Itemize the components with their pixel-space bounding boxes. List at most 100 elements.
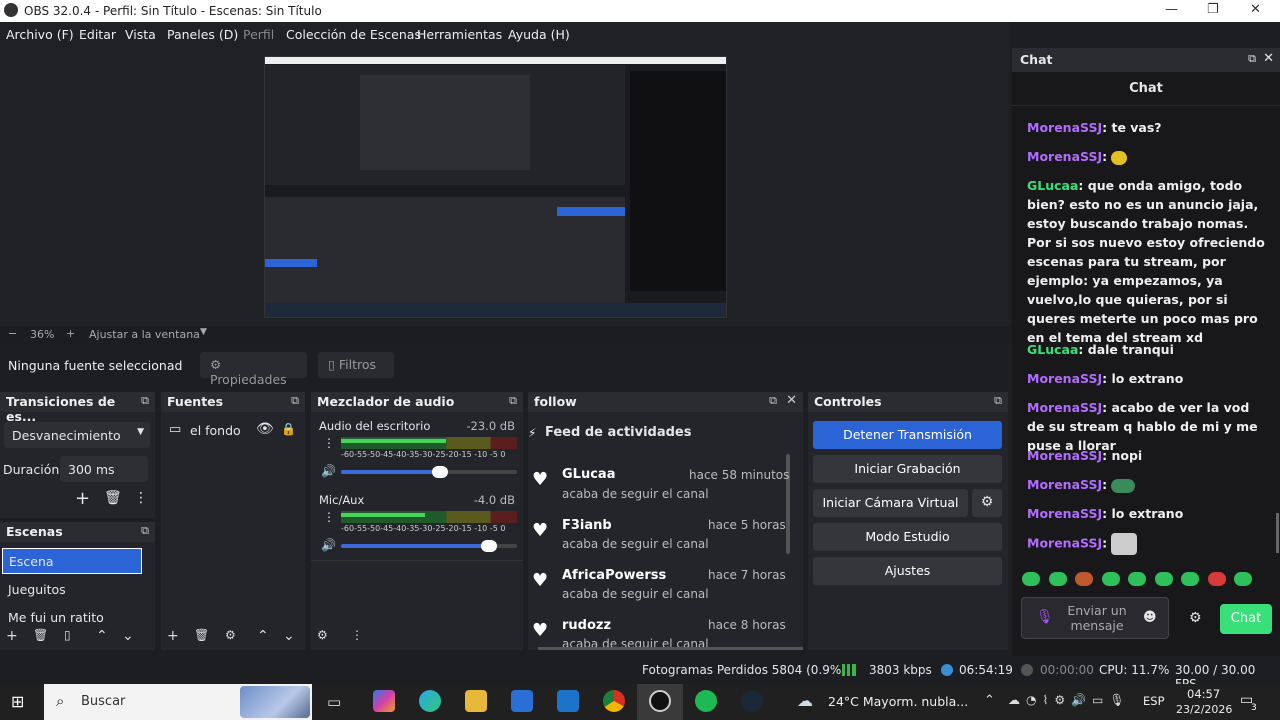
down-arrow-icon[interactable]: ⌄ bbox=[122, 628, 134, 644]
menu-vista[interactable]: Vista bbox=[125, 27, 156, 42]
stop-stream-button[interactable]: Detener Transmisión bbox=[813, 421, 1002, 449]
chat-username[interactable]: MorenaSSJ bbox=[1027, 506, 1102, 521]
zoom-in-button[interactable]: + bbox=[66, 327, 75, 340]
emote-icon[interactable] bbox=[1181, 572, 1199, 586]
chevron-down-icon[interactable]: ▼ bbox=[200, 327, 207, 337]
chat-username[interactable]: MorenaSSJ bbox=[1027, 400, 1102, 415]
float-icon[interactable]: ⧉ bbox=[291, 394, 299, 408]
menu-editar[interactable]: Editar bbox=[79, 27, 116, 42]
windows-start-icon[interactable]: ⊞ bbox=[11, 692, 24, 711]
obs-taskbar-button[interactable] bbox=[637, 684, 683, 720]
horizontal-scrollbar[interactable] bbox=[538, 647, 803, 650]
up-arrow-icon[interactable]: ⌃ bbox=[96, 628, 108, 644]
menu-perfil[interactable]: Perfil bbox=[243, 27, 274, 42]
fit-window-button[interactable]: Ajustar a la ventana bbox=[89, 328, 200, 341]
gear-icon[interactable]: ⚙ bbox=[972, 489, 1002, 517]
chat-username[interactable]: GLucaa bbox=[1027, 178, 1078, 193]
chat-username[interactable]: MorenaSSJ bbox=[1027, 477, 1102, 492]
filters-button[interactable]: ▯ Filtros bbox=[318, 352, 394, 378]
chat-username[interactable]: MorenaSSJ bbox=[1027, 536, 1102, 551]
scrollbar[interactable] bbox=[1276, 513, 1279, 553]
spotify-icon[interactable] bbox=[695, 690, 717, 712]
duration-input[interactable]: 300 ms bbox=[60, 456, 148, 482]
more-icon[interactable]: ⋮ bbox=[134, 490, 148, 506]
add-icon[interactable]: + bbox=[75, 488, 90, 509]
close-icon[interactable]: ✕ bbox=[1263, 51, 1274, 66]
speaker-icon[interactable]: 🔊 bbox=[321, 464, 336, 478]
menu-ayuda[interactable]: Ayuda (H) bbox=[508, 27, 570, 42]
float-icon[interactable]: ⧉ bbox=[994, 394, 1002, 408]
chat-username[interactable]: MorenaSSJ bbox=[1027, 149, 1102, 164]
chat-username[interactable]: GLucaa bbox=[1027, 342, 1078, 357]
zoom-out-button[interactable]: − bbox=[8, 327, 17, 340]
float-icon[interactable]: ⧉ bbox=[141, 394, 149, 408]
volume-slider-handle[interactable] bbox=[431, 466, 448, 478]
emote-icon[interactable] bbox=[1234, 572, 1252, 586]
taskbar-search[interactable]: ⌕ Buscar bbox=[44, 684, 312, 720]
folder-icon[interactable] bbox=[465, 690, 487, 712]
preview-canvas[interactable] bbox=[264, 56, 727, 318]
settings-button[interactable]: Ajustes bbox=[813, 557, 1002, 585]
language-indicator[interactable]: ESP bbox=[1143, 694, 1165, 708]
float-icon[interactable]: ⧉ bbox=[509, 394, 517, 408]
volume-slider[interactable] bbox=[341, 540, 517, 552]
studio-mode-button[interactable]: Modo Estudio bbox=[813, 523, 1002, 551]
down-arrow-icon[interactable]: ⌄ bbox=[283, 628, 295, 644]
more-icon[interactable]: ⋮ bbox=[323, 436, 335, 450]
volume-slider-handle[interactable] bbox=[480, 540, 497, 552]
filter-icon[interactable]: ▯ bbox=[64, 628, 71, 642]
emote-icon[interactable] bbox=[1075, 572, 1093, 586]
add-icon[interactable]: + bbox=[6, 628, 18, 644]
gear-icon[interactable]: ⚙ bbox=[225, 628, 236, 642]
restore-icon[interactable]: ❐ bbox=[1207, 2, 1219, 17]
float-icon[interactable]: ⧉ bbox=[1248, 52, 1256, 66]
steam-icon[interactable] bbox=[741, 690, 763, 712]
float-icon[interactable]: ⧉ bbox=[769, 394, 777, 408]
tray-icons[interactable]: ☁◔⌇⚙🔊▭🎙 bbox=[1008, 693, 1131, 707]
menu-archivo[interactable]: Archivo (F) bbox=[6, 27, 74, 42]
copilot-icon[interactable] bbox=[373, 690, 395, 712]
emote-icon[interactable] bbox=[1102, 572, 1120, 586]
chat-username[interactable]: MorenaSSJ bbox=[1027, 448, 1102, 463]
emoji-icon[interactable]: ☻ bbox=[1143, 610, 1157, 625]
transition-select[interactable]: Desvanecimiento ▼ bbox=[4, 422, 150, 448]
lock-icon[interactable]: 🔒 bbox=[281, 422, 296, 436]
chat-username[interactable]: MorenaSSJ bbox=[1027, 120, 1102, 135]
chat-input[interactable]: 🎙 Enviar un mensaje ☻ bbox=[1021, 597, 1169, 639]
emote-icon[interactable] bbox=[1128, 572, 1146, 586]
minimize-icon[interactable]: — bbox=[1165, 2, 1178, 17]
tray-chevron-icon[interactable]: ⌃ bbox=[984, 693, 995, 708]
scene-item[interactable]: Me fui un ratito bbox=[8, 610, 104, 624]
speaker-icon[interactable]: 🔊 bbox=[321, 538, 336, 552]
emote-icon[interactable] bbox=[1155, 572, 1173, 586]
eye-icon[interactable]: 👁 bbox=[256, 421, 274, 437]
menu-herramientas[interactable]: Herramientas bbox=[417, 27, 502, 42]
close-icon[interactable]: ✕ bbox=[1250, 2, 1261, 17]
properties-button[interactable]: ⚙ Propiedades bbox=[200, 352, 307, 387]
start-recording-button[interactable]: Iniciar Grabación bbox=[813, 455, 1002, 483]
chrome-icon[interactable] bbox=[603, 690, 625, 712]
scene-item[interactable]: Jueguitos bbox=[8, 582, 66, 597]
outlook-icon[interactable] bbox=[557, 690, 579, 712]
trash-icon[interactable]: 🗑 bbox=[194, 628, 209, 642]
mixer-settings-icon[interactable]: ⚙ bbox=[317, 628, 328, 642]
close-icon[interactable]: ✕ bbox=[786, 393, 797, 408]
add-icon[interactable]: + bbox=[167, 628, 179, 644]
emote-icon[interactable] bbox=[1022, 572, 1040, 586]
clock-time[interactable]: 04:57 bbox=[1187, 687, 1220, 701]
chat-send-button[interactable]: Chat bbox=[1220, 604, 1272, 634]
menu-coleccion[interactable]: Colección de Escenas bbox=[286, 27, 421, 42]
edge-icon[interactable] bbox=[419, 690, 441, 712]
microphone-icon[interactable]: 🎙 bbox=[1036, 609, 1054, 625]
virtual-camera-button[interactable]: Iniciar Cámara Virtual bbox=[813, 489, 968, 517]
task-view-icon[interactable]: ▭ bbox=[327, 693, 341, 711]
trash-icon[interactable]: 🗑 bbox=[104, 490, 122, 506]
trash-icon[interactable]: 🗑 bbox=[33, 628, 48, 642]
source-item[interactable]: el fondo bbox=[190, 423, 241, 438]
clock-date[interactable]: 23/2/2026 bbox=[1176, 703, 1232, 716]
up-arrow-icon[interactable]: ⌃ bbox=[257, 628, 269, 644]
emote-icon[interactable] bbox=[1208, 572, 1226, 586]
gear-icon[interactable]: ⚙ bbox=[1189, 610, 1202, 626]
float-icon[interactable]: ⧉ bbox=[141, 524, 149, 538]
volume-slider[interactable] bbox=[341, 466, 517, 478]
